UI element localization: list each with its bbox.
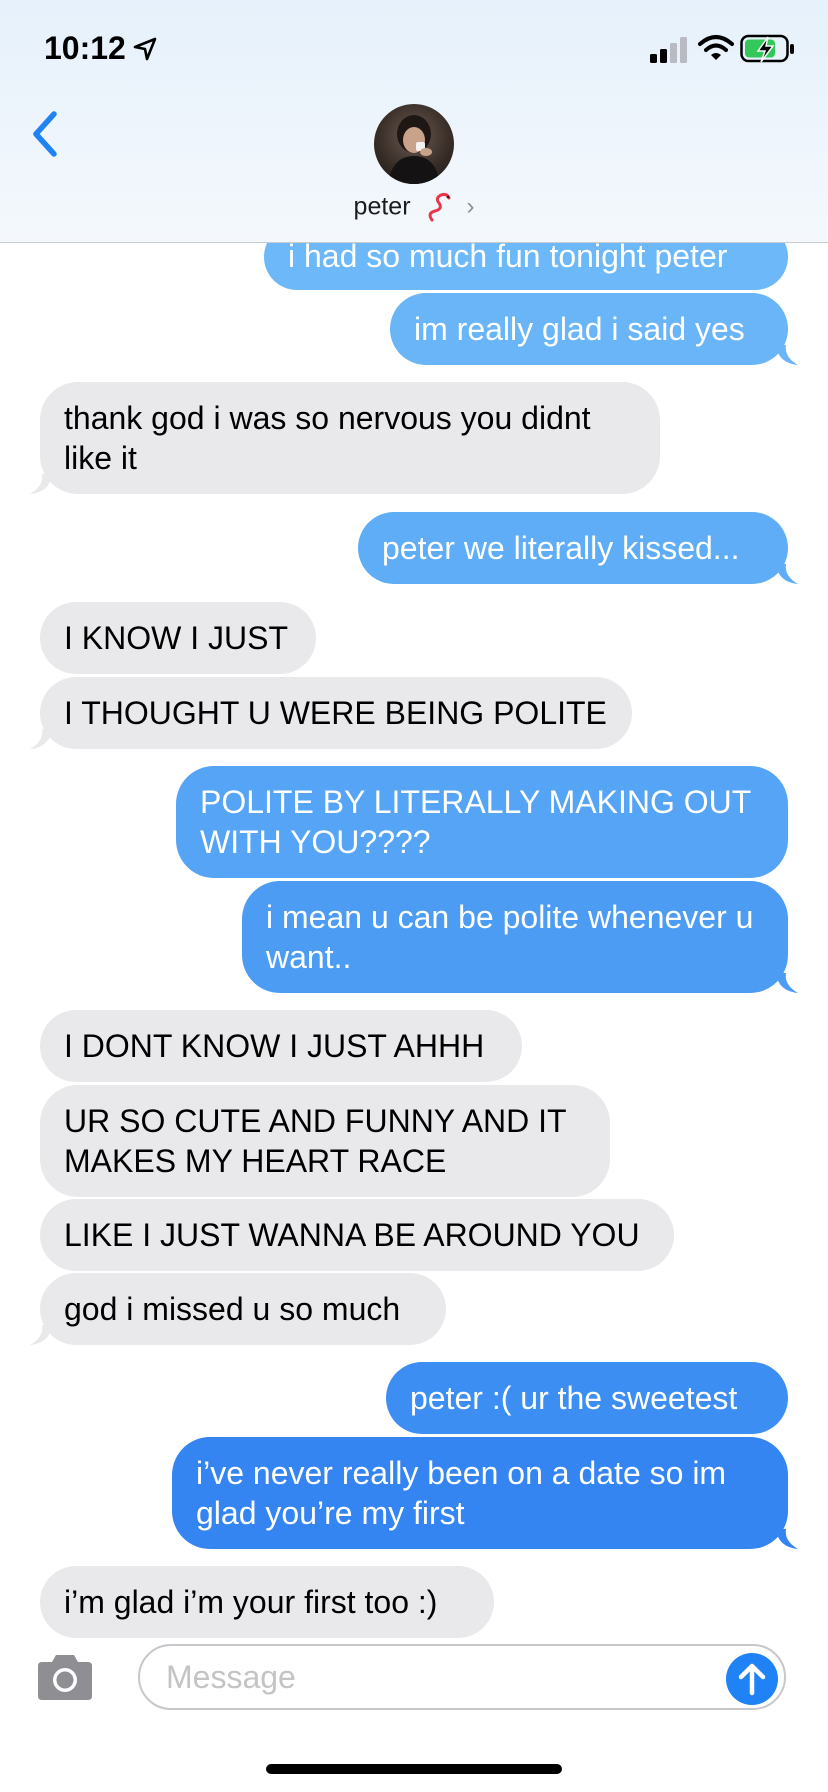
message-bubble-incoming[interactable]: god i missed u so much [30, 1273, 446, 1345]
bubble-tail [776, 564, 798, 584]
worm-emoji-icon [429, 192, 451, 222]
message-text: POLITE BY LITERALLY MAKING OUT WITH YOU?… [200, 784, 751, 860]
contact-name: peter [353, 192, 411, 221]
wifi-icon [698, 35, 734, 60]
status-time: 10:12 [44, 30, 126, 66]
contact-name-button[interactable]: peter › [0, 191, 828, 223]
arrow-up-icon [738, 1663, 766, 1696]
message-text: I THOUGHT U WERE BEING POLITE [64, 695, 607, 731]
conversation-header: 10:12 peter › [0, 0, 828, 243]
message-bubble-incoming[interactable]: i’m glad i’m your first too :) [40, 1566, 494, 1638]
message-bubble-incoming[interactable]: I KNOW I JUST [40, 602, 316, 674]
home-indicator[interactable] [266, 1764, 562, 1774]
message-bubble-outgoing[interactable]: im really glad i said yes [390, 293, 798, 365]
send-button[interactable] [726, 1653, 778, 1705]
message-text: i had so much fun tonight peter [288, 238, 728, 274]
message-text: I DONT KNOW I JUST AHHH [64, 1028, 485, 1064]
message-text: i’m glad i’m your first too :) [64, 1584, 438, 1620]
contact-avatar[interactable] [374, 104, 454, 184]
bubble-tail [30, 1325, 52, 1345]
message-bubble-outgoing[interactable]: i mean u can be polite whenever u want.. [242, 881, 798, 993]
message-text: UR SO CUTE AND FUNNY AND IT MAKES MY HEA… [64, 1103, 566, 1179]
battery-charging-icon [740, 34, 794, 63]
message-text: I KNOW I JUST [64, 620, 288, 656]
message-thread[interactable]: i had so much fun tonight peter im reall… [0, 0, 828, 1640]
message-bubble-incoming[interactable]: thank god i was so nervous you didnt lik… [30, 382, 660, 494]
bubble-tail [776, 973, 798, 993]
chevron-right-icon: › [466, 193, 475, 220]
message-bubble-incoming[interactable]: LIKE I JUST WANNA BE AROUND YOU [40, 1199, 674, 1271]
bubble-tail [776, 345, 798, 365]
message-text: thank god i was so nervous you didnt lik… [64, 400, 591, 476]
bubble-tail [776, 1529, 798, 1549]
message-input[interactable]: Message [138, 1644, 786, 1710]
person-photo-icon [388, 115, 440, 184]
message-bubble-outgoing[interactable]: peter we literally kissed... [358, 512, 798, 584]
message-text: im really glad i said yes [414, 311, 745, 347]
message-bubble-incoming[interactable]: I THOUGHT U WERE BEING POLITE [30, 677, 632, 749]
message-text: i mean u can be polite whenever u want.. [266, 899, 754, 975]
message-bubble-incoming[interactable]: I DONT KNOW I JUST AHHH [40, 1010, 522, 1082]
chevron-left-icon[interactable] [28, 108, 62, 160]
message-bubble-outgoing[interactable]: POLITE BY LITERALLY MAKING OUT WITH YOU?… [176, 766, 788, 878]
message-bubble-outgoing[interactable]: peter :( ur the sweetest [386, 1362, 788, 1434]
message-input-placeholder: Message [166, 1659, 296, 1695]
message-bubble-outgoing[interactable]: i’ve never really been on a date so im g… [172, 1437, 798, 1549]
message-text: peter :( ur the sweetest [410, 1380, 738, 1416]
bubble-tail [30, 474, 52, 494]
location-arrow-icon [133, 37, 157, 61]
message-text: LIKE I JUST WANNA BE AROUND YOU [64, 1217, 640, 1253]
message-text: peter we literally kissed... [382, 530, 740, 566]
message-bubble-incoming[interactable]: UR SO CUTE AND FUNNY AND IT MAKES MY HEA… [40, 1085, 610, 1197]
bubble-tail [30, 729, 52, 749]
camera-icon[interactable] [34, 1652, 96, 1702]
message-text: god i missed u so much [64, 1291, 401, 1327]
cellular-signal-icon [650, 37, 687, 63]
message-text: i’ve never really been on a date so im g… [196, 1455, 727, 1531]
